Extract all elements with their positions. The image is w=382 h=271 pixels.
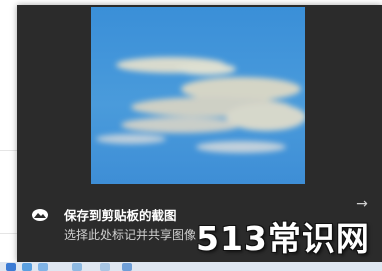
divider	[0, 150, 18, 151]
taskbar-app-icon[interactable]	[22, 263, 32, 271]
taskbar-app-icon[interactable]	[100, 263, 110, 271]
divider	[0, 233, 18, 234]
taskbar-app-icon[interactable]	[38, 263, 48, 271]
watermark-text: 513常识网	[196, 219, 370, 258]
screenshot-preview-image[interactable]	[91, 7, 305, 184]
notification-title: 保存到剪贴板的截图	[64, 208, 177, 223]
notification-subtitle[interactable]: 选择此处标记并共享图像	[64, 226, 196, 243]
taskbar	[0, 262, 382, 271]
taskbar-app-icon[interactable]	[6, 263, 16, 271]
taskbar-app-icon[interactable]	[72, 263, 82, 271]
desktop-edge	[0, 0, 18, 271]
taskbar-app-icon[interactable]	[122, 263, 132, 271]
snip-icon	[32, 209, 48, 221]
arrow-right-icon[interactable]: →	[353, 195, 371, 213]
